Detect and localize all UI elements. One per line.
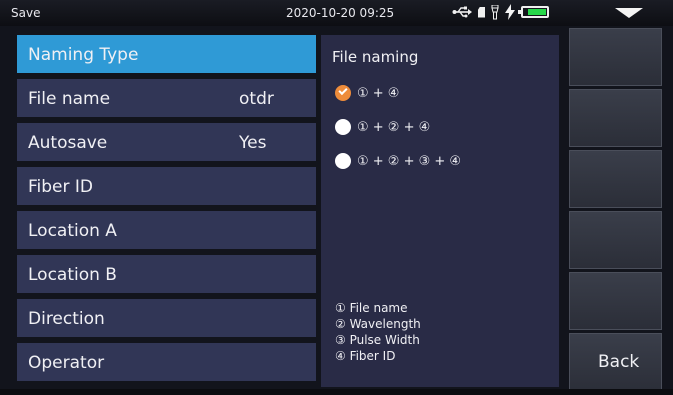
item-label: Direction [28, 309, 105, 329]
datetime: 2020-10-20 09:25 [286, 6, 395, 20]
naming-legend: ① File name ② Wavelength ③ Pulse Width ④… [335, 300, 421, 364]
back-button[interactable]: Back [569, 333, 662, 393]
option-label: ① + ② + ④ [357, 119, 431, 135]
direction-item[interactable]: Direction [17, 299, 316, 337]
usb-icon [452, 6, 472, 18]
menu-toggle-icon[interactable] [590, 0, 668, 26]
location-b-item[interactable]: Location B [17, 255, 316, 293]
autosave-item[interactable]: Autosave Yes [17, 123, 316, 161]
item-value: Yes [239, 133, 267, 153]
softkey-4[interactable] [569, 211, 662, 269]
save-screen: Save 2020-10-20 09:25 Naming Type File n… [0, 0, 673, 395]
legend-item: ④ Fiber ID [335, 349, 396, 363]
battery-level [528, 9, 546, 15]
radio-icon [335, 119, 351, 135]
softkey-5[interactable] [569, 272, 662, 330]
legend-item: ② Wavelength [335, 317, 421, 331]
item-label: Location B [28, 265, 117, 285]
flashlight-icon [491, 4, 499, 19]
file-name-item[interactable]: File name otdr [17, 79, 316, 117]
fiber-id-item[interactable]: Fiber ID [17, 167, 316, 205]
option-label: ① + ④ [357, 85, 400, 101]
legend-item: ③ Pulse Width [335, 333, 420, 347]
bottom-edge [0, 389, 673, 395]
sd-card-icon [478, 6, 485, 18]
screen-title: Save [11, 6, 41, 20]
naming-type-item[interactable]: Naming Type [17, 35, 316, 73]
item-label: Naming Type [28, 45, 139, 65]
back-label: Back [598, 352, 640, 372]
item-label: Operator [28, 353, 105, 373]
softkey-3[interactable] [569, 150, 662, 208]
status-bar: Save 2020-10-20 09:25 [0, 0, 673, 26]
charging-icon [505, 4, 515, 20]
location-a-item[interactable]: Location A [17, 211, 316, 249]
settings-list: Naming Type File name otdr Autosave Yes … [17, 35, 317, 387]
item-value: otdr [239, 89, 274, 109]
naming-option-1[interactable]: ① + ④ [335, 83, 555, 103]
radio-icon [335, 85, 351, 101]
legend-item: ① File name [335, 301, 408, 315]
softkey-column: Back [569, 28, 662, 395]
status-icons [452, 4, 549, 20]
item-label: Fiber ID [28, 177, 94, 197]
option-label: ① + ② + ③ + ④ [357, 153, 462, 169]
item-label: File name [28, 89, 111, 109]
panel-title: File naming [332, 48, 419, 66]
battery-icon [518, 6, 549, 18]
item-label: Location A [28, 221, 117, 241]
softkey-2[interactable] [569, 89, 662, 147]
operator-item[interactable]: Operator [17, 343, 316, 381]
file-naming-panel: File naming ① + ④ ① + ② + ④ ① + ② + ③ + … [321, 35, 559, 387]
softkey-1[interactable] [569, 28, 662, 86]
naming-option-2[interactable]: ① + ② + ④ [335, 117, 555, 137]
radio-icon [335, 153, 351, 169]
item-label: Autosave [28, 133, 108, 153]
naming-option-3[interactable]: ① + ② + ③ + ④ [335, 151, 555, 171]
